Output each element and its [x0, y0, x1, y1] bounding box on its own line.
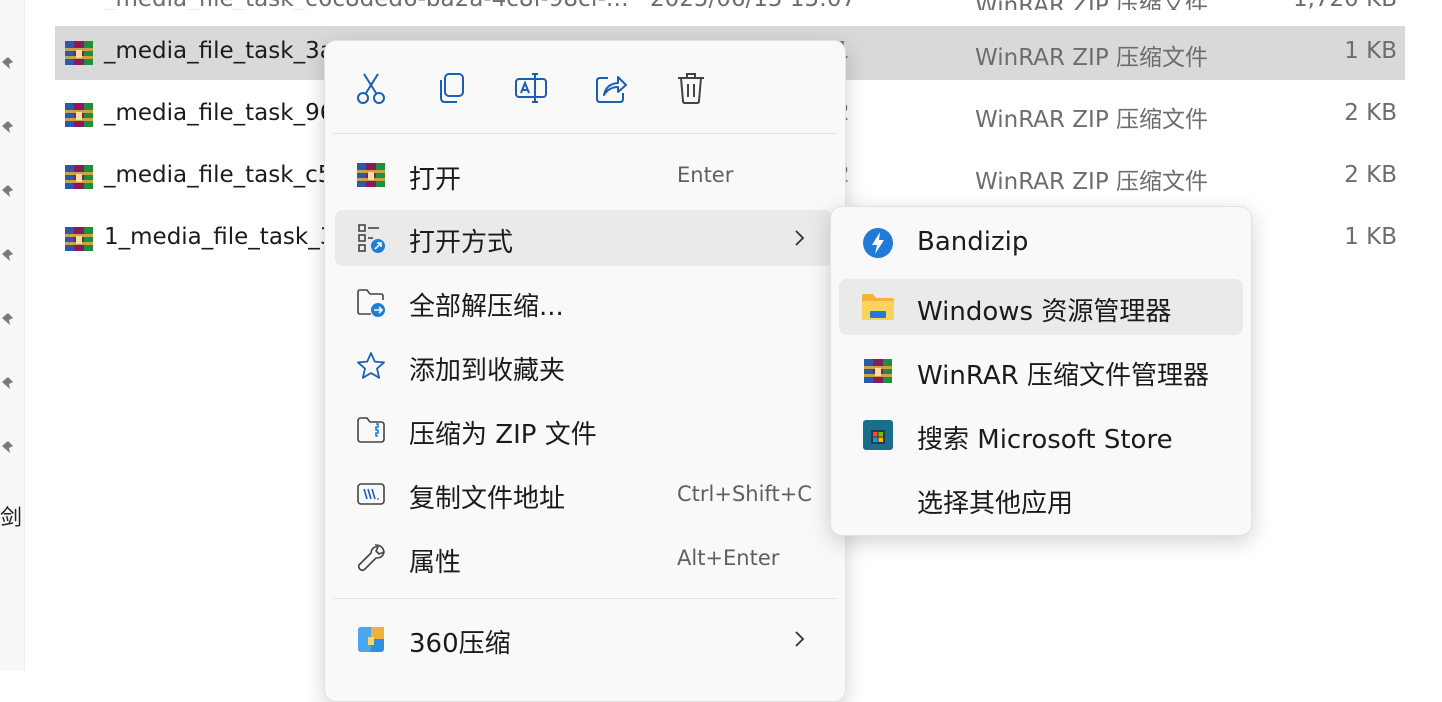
- submenu-item-choose-other-app[interactable]: 选择其他应用: [839, 471, 1243, 527]
- file-type: WinRAR ZIP 压缩文件: [975, 45, 1208, 71]
- winrar-file-icon: [65, 103, 93, 127]
- file-name: _media_file_task_c5: [104, 162, 333, 188]
- pin-icon: [2, 57, 13, 69]
- submenu-item-winrar[interactable]: WinRAR 压缩文件管理器: [839, 343, 1243, 399]
- menu-item-extract-all[interactable]: 全部解压缩...: [335, 274, 833, 330]
- file-name: _media_file_task_96: [104, 100, 335, 126]
- pin-icon: [2, 441, 13, 453]
- pin-icon: [2, 121, 13, 133]
- menu-item-open-with[interactable]: 打开方式: [335, 210, 833, 266]
- winrar-file-icon: [65, 227, 93, 251]
- menu-item-add-favorites[interactable]: 添加到收藏夹: [335, 338, 833, 394]
- share-icon: [596, 76, 627, 103]
- menu-item-properties[interactable]: 属性 Alt+Enter: [335, 530, 833, 586]
- menu-item-shortcut: Ctrl+Shift+C: [677, 482, 812, 506]
- file-size: 1 KB: [1344, 224, 1397, 250]
- file-name: _media_file_task_3a: [104, 38, 334, 64]
- submenu-item-microsoft-store[interactable]: 搜索 Microsoft Store: [839, 407, 1243, 463]
- copy-icon: [440, 73, 464, 103]
- file-size: 2 KB: [1344, 100, 1397, 126]
- file-type: WinRAR ZIP 压缩文件: [975, 0, 1208, 10]
- menu-item-label: 打开方式: [409, 228, 514, 258]
- menu-separator: [333, 598, 837, 599]
- file-type: WinRAR ZIP 压缩文件: [975, 107, 1208, 133]
- file-size: 2 KB: [1344, 162, 1397, 188]
- delete-button[interactable]: [671, 68, 711, 108]
- cut-button[interactable]: [351, 68, 391, 108]
- submenu-item-label: 选择其他应用: [917, 489, 1074, 519]
- menu-item-label: 360压缩: [409, 629, 511, 659]
- pin-icon: [2, 249, 13, 261]
- 360-zip-icon: [355, 623, 387, 655]
- winrar-file-icon: [65, 41, 93, 65]
- rename-icon: [515, 73, 547, 103]
- bandizip-icon: [861, 227, 895, 259]
- menu-item-label: 全部解压缩...: [409, 292, 564, 322]
- submenu-item-bandizip[interactable]: Bandizip: [839, 215, 1243, 271]
- menu-item-label: 打开: [409, 165, 462, 195]
- share-button[interactable]: [591, 68, 631, 108]
- menu-separator: [333, 133, 837, 134]
- extract-all-icon: [355, 286, 387, 318]
- open-with-submenu: Bandizip Windows 资源管理器 WinRAR 压缩文件管理器 搜索…: [830, 206, 1252, 536]
- submenu-item-windows-explorer[interactable]: Windows 资源管理器: [839, 279, 1243, 335]
- open-with-icon: [355, 222, 387, 254]
- file-name: _media_file_task_c6c8ded6-ba2a-4c8f-98cf…: [104, 0, 629, 10]
- submenu-item-label: WinRAR 压缩文件管理器: [917, 361, 1209, 391]
- chevron-right-icon: [795, 230, 805, 246]
- file-size: 1,720 KB: [1293, 0, 1397, 10]
- menu-item-label: 压缩为 ZIP 文件: [409, 420, 597, 450]
- copy-path-icon: [355, 478, 387, 510]
- navigation-pane: 剑: [0, 0, 25, 671]
- menu-item-shortcut: Alt+Enter: [677, 546, 780, 570]
- menu-item-shortcut: Enter: [677, 163, 734, 187]
- winrar-icon: [355, 159, 387, 191]
- context-menu: 打开 Enter 打开方式 全部解压缩... 添加到收藏夹 压缩为 ZIP 文件…: [324, 40, 846, 702]
- store-icon: [861, 419, 895, 451]
- file-name: 1_media_file_task_3: [104, 224, 335, 250]
- menu-item-compress-zip[interactable]: 压缩为 ZIP 文件: [335, 402, 833, 458]
- zip-icon: [355, 414, 387, 446]
- pin-icon: [2, 185, 13, 197]
- menu-item-open[interactable]: 打开 Enter: [335, 147, 833, 203]
- copy-button[interactable]: [431, 68, 471, 108]
- pin-icon: [2, 377, 13, 389]
- cut-icon: [357, 73, 385, 104]
- rename-button[interactable]: [511, 68, 551, 108]
- pin-icon: [2, 313, 13, 325]
- delete-icon: [678, 73, 704, 104]
- menu-item-label: 添加到收藏夹: [409, 356, 566, 386]
- folder-icon: [861, 291, 895, 323]
- chevron-right-icon: [795, 631, 805, 647]
- submenu-item-label: 搜索 Microsoft Store: [917, 425, 1173, 455]
- menu-item-label: 属性: [409, 548, 462, 578]
- file-date: 2025/06/15 15:07: [650, 0, 856, 10]
- submenu-item-label: Windows 资源管理器: [917, 297, 1172, 327]
- menu-item-label: 复制文件地址: [409, 484, 566, 514]
- wrench-icon: [355, 542, 387, 574]
- menu-item-360-zip[interactable]: 360压缩: [335, 611, 833, 667]
- nav-item-fragment[interactable]: 剑: [0, 500, 24, 532]
- menu-item-copy-path[interactable]: 复制文件地址 Ctrl+Shift+C: [335, 466, 833, 522]
- file-type: WinRAR ZIP 压缩文件: [975, 169, 1208, 195]
- file-size: 1 KB: [1344, 38, 1397, 64]
- context-menu-toolbar: [325, 41, 845, 133]
- winrar-file-icon: [65, 165, 93, 189]
- winrar-icon: [861, 355, 895, 387]
- star-icon: [355, 350, 387, 382]
- file-row-partial[interactable]: _media_file_task_c6c8ded6-ba2a-4c8f-98cf…: [55, 0, 1405, 10]
- submenu-item-label: Bandizip: [917, 227, 1029, 257]
